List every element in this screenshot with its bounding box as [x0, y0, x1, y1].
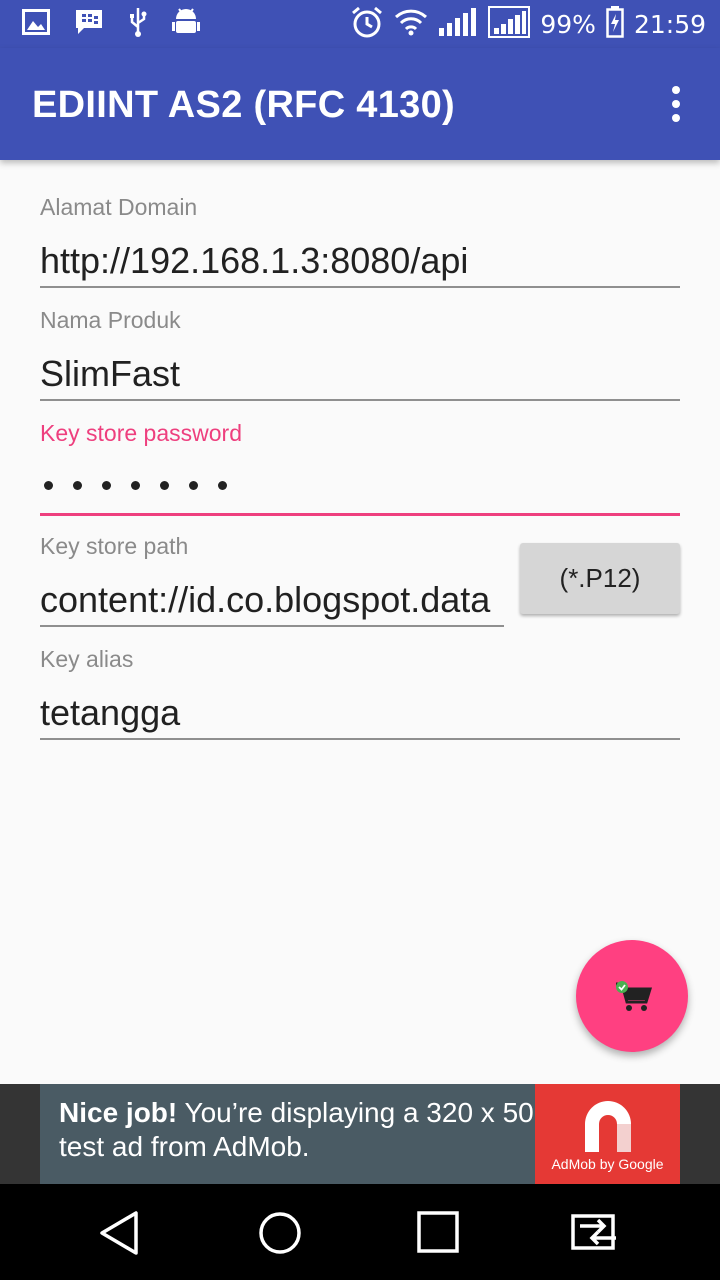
- signal-1-icon: [438, 7, 478, 42]
- bbm-icon: [74, 8, 104, 41]
- product-field[interactable]: Nama Produk SlimFast: [40, 303, 680, 403]
- home-icon: [259, 1212, 301, 1254]
- domain-field[interactable]: Alamat Domain http://192.168.1.3:8080/ap…: [40, 190, 680, 290]
- password-dot: [218, 481, 227, 490]
- password-dot: [189, 481, 198, 490]
- recents-icon: [417, 1211, 459, 1253]
- cart-icon: [616, 981, 653, 1011]
- battery-charging-icon: [606, 5, 624, 43]
- password-dot: [160, 481, 169, 490]
- product-label: Nama Produk: [40, 307, 181, 333]
- alarm-icon: [350, 5, 384, 44]
- key-alias-label: Key alias: [40, 646, 134, 672]
- status-bar: 99% 21:59: [0, 0, 720, 48]
- keystore-password-field[interactable]: Key store password: [40, 416, 680, 518]
- clock: 21:59: [633, 9, 706, 39]
- switch-button[interactable]: [570, 1210, 626, 1256]
- keystore-path-field[interactable]: Key store path content://id.co.blogspot.…: [40, 529, 504, 629]
- navigation-bar: [0, 1184, 720, 1280]
- ad-bold-text: Nice job!: [59, 1097, 178, 1128]
- back-icon: [100, 1211, 138, 1255]
- password-dot: [44, 481, 53, 490]
- keystore-path-underline: [40, 625, 504, 627]
- password-dot: [102, 481, 111, 490]
- gallery-icon: [22, 8, 50, 40]
- android-debug-icon: [172, 7, 200, 42]
- page-title: EDIINT AS2 (RFC 4130): [32, 84, 455, 126]
- wifi-icon: [394, 8, 428, 41]
- domain-underline: [40, 286, 680, 288]
- domain-input[interactable]: http://192.168.1.3:8080/api: [40, 240, 680, 282]
- recents-button[interactable]: [414, 1208, 464, 1258]
- overflow-menu-button[interactable]: [660, 82, 692, 126]
- more-vert-icon: [672, 86, 680, 122]
- admob-logo-text: AdMob by Google: [551, 1156, 664, 1172]
- domain-label: Alamat Domain: [40, 194, 198, 220]
- key-alias-input[interactable]: tetangga: [40, 692, 680, 734]
- key-alias-field[interactable]: Key alias tetangga: [40, 642, 680, 742]
- admob-logo: AdMob by Google: [535, 1084, 680, 1184]
- back-button[interactable]: [96, 1208, 146, 1258]
- cart-fab-button[interactable]: [576, 940, 688, 1052]
- keystore-path-label: Key store path: [40, 533, 189, 559]
- product-input[interactable]: SlimFast: [40, 353, 680, 395]
- keystore-password-underline: [40, 513, 680, 516]
- app-bar: EDIINT AS2 (RFC 4130): [0, 48, 720, 160]
- ad-banner[interactable]: Nice job! You’re displaying a 320 x 50 t…: [40, 1084, 680, 1184]
- admob-icon: [585, 1101, 631, 1152]
- keystore-password-label: Key store password: [40, 420, 242, 446]
- password-dot: [131, 481, 140, 490]
- signal-2-icon: [488, 5, 531, 43]
- product-underline: [40, 399, 680, 401]
- usb-icon: [128, 7, 148, 42]
- ad-message: Nice job! You’re displaying a 320 x 50 t…: [59, 1096, 539, 1164]
- keystore-path-input[interactable]: content://id.co.blogspot.data: [40, 579, 508, 621]
- key-alias-underline: [40, 738, 680, 740]
- password-dot: [73, 481, 82, 490]
- select-p12-button[interactable]: (*.P12): [520, 543, 680, 614]
- home-button[interactable]: [256, 1208, 306, 1258]
- keystore-password-input[interactable]: [44, 481, 227, 490]
- switch-icon: [571, 1214, 616, 1250]
- battery-percent: 99%: [540, 9, 596, 39]
